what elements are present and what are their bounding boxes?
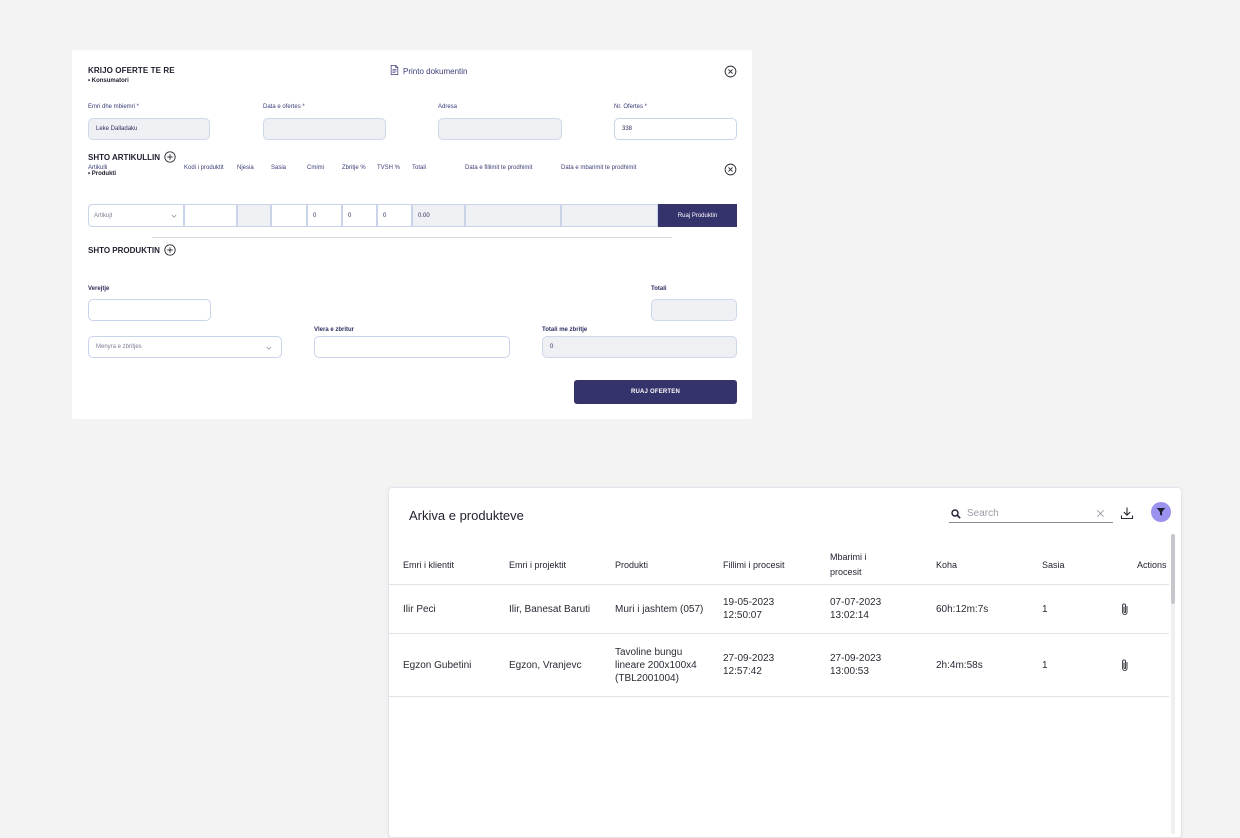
start-date-input[interactable] [465,204,561,227]
add-product-label: SHTO PRODUKTIN [88,245,160,255]
scrollbar-thumb[interactable] [1171,534,1175,604]
col-process-end: Mbarimi i procesit [830,552,867,577]
add-article-button[interactable] [164,151,176,163]
save-offer-button[interactable]: RUAJ OFERTEN [574,380,737,404]
col-unit: Njesia [237,165,254,171]
col-project-name: Emri i projektit [509,559,567,570]
col-actions: Actions [1137,559,1167,570]
total-label: Totali [651,286,667,292]
archive-title: Arkiva e produkteve [409,508,524,523]
address-field[interactable] [438,118,562,140]
cell-project: Ilir, Banesat Baruti [509,603,591,615]
filter-icon [1156,508,1166,516]
vat-input[interactable]: 0 [377,204,412,227]
discount-method-placeholder: Menyra e zbritjes [96,344,142,350]
price-input[interactable]: 0 [307,204,342,227]
col-quantity: Sasia [1042,559,1065,570]
col-product: Produkti [615,559,649,570]
discount-value-label: Vlera e zbritur [314,327,355,333]
table-scrollbar[interactable] [1171,534,1175,834]
total-field [651,299,737,321]
search-bar [949,505,1113,523]
form-subtitle-consumer: • Konsumatori [88,78,129,84]
discount-value-field[interactable] [314,336,510,358]
paperclip-icon[interactable] [1120,602,1130,616]
add-product-button[interactable] [164,244,176,256]
print-document-label: Printo dokumentin [403,66,468,76]
cell-quantity: 1 [1042,659,1048,671]
add-article-label: SHTO ARTIKULLIN [88,152,160,162]
col-time: Koha [936,559,958,570]
name-label: Emri dhe mbiemri * [88,104,140,110]
article-select[interactable]: Artikujt [88,204,184,227]
offer-date-field[interactable] [263,118,386,140]
plus-circle-icon [164,151,176,163]
cell-quantity: 1 [1042,603,1048,615]
discount-input[interactable]: 0 [342,204,377,227]
offer-date-label: Data e ofertes * [263,104,305,110]
cell-start: 19-05-2023 12:50:07 [723,597,775,621]
col-process-start: Fillimi i procesit [723,559,785,570]
chevron-down-icon [171,214,177,218]
filter-button[interactable] [1151,502,1171,522]
save-product-button[interactable]: Ruaj Produktin [658,204,737,227]
cell-client: Egzon Gubetini [403,659,472,671]
end-date-input[interactable] [561,204,658,227]
download-icon[interactable] [1120,506,1134,520]
row-divider [389,696,1169,697]
col-end-date: Data e mbarimit te prodhimit [561,165,637,171]
search-icon [951,508,961,519]
close-circle-icon [724,163,737,176]
offer-number-field[interactable]: 338 [614,118,737,140]
col-product-code: Kodi i produktit [184,165,224,171]
cell-end: 27-09-2023 13:00:53 [830,653,882,677]
article-select-value: Artikujt [94,212,113,219]
total-with-discount-label: Totali me zbritje [542,327,588,333]
chevron-down-icon [266,346,272,350]
col-price: Cmimi [307,165,324,171]
col-vat: TVSH % [377,165,401,171]
cell-product: Tavoline bungu lineare 200x100x4 (TBL200… [615,646,697,684]
product-subtitle: • Produkti [88,171,117,177]
col-quantity: Sasia [271,165,287,171]
col-total: Totali [412,165,427,171]
total-input: 0.00 [412,204,465,227]
address-label: Adresa [438,104,458,110]
cell-start: 27-09-2023 12:57:42 [723,653,775,677]
cell-end: 07-07-2023 13:02:14 [830,597,882,621]
unit-input[interactable] [237,204,271,227]
offer-form-card: KRIJO OFERTE TE RE • Konsumatori Printo … [72,50,752,419]
form-title: KRIJO OFERTE TE RE [88,66,175,75]
discount-method-select[interactable]: Menyra e zbritjes [88,336,282,358]
remove-product-button[interactable] [724,163,737,176]
add-article-section: SHTO ARTIKULLIN [88,151,176,163]
search-input[interactable] [967,508,1087,519]
add-product-section: SHTO PRODUKTIN [88,244,176,256]
notes-field[interactable] [88,299,211,321]
divider [152,237,672,238]
product-archive-card: Arkiva e produkteve Emri i klientit Emri… [388,487,1182,838]
cell-time: 60h:12m:7s [936,603,989,615]
col-article: Artikulli [88,165,108,171]
total-with-discount-field: 0 [542,336,737,358]
close-form-button[interactable] [724,65,737,78]
col-start-date: Data e fillimit te prodhimit [465,165,533,171]
name-field[interactable]: Leke Dalladaku [88,118,210,140]
quantity-input[interactable] [271,204,307,227]
offer-number-label: Nr. Ofertes * [614,104,648,110]
close-circle-icon [724,65,737,78]
paperclip-icon[interactable] [1120,658,1130,672]
document-icon [390,65,399,77]
col-client-name: Emri i klientit [403,559,455,570]
plus-circle-icon [164,244,176,256]
close-icon[interactable] [1096,509,1105,518]
print-document-link[interactable]: Printo dokumentin [390,65,467,77]
cell-project: Egzon, Vranjevc [509,659,582,671]
product-code-input[interactable] [184,204,237,227]
col-discount: Zbritje % [342,165,366,171]
cell-client: Ilir Peci [403,603,436,615]
cell-product: Muri i jashtem (057) [615,603,704,615]
notes-label: Verejtje [88,286,110,292]
cell-time: 2h:4m:58s [936,659,983,671]
